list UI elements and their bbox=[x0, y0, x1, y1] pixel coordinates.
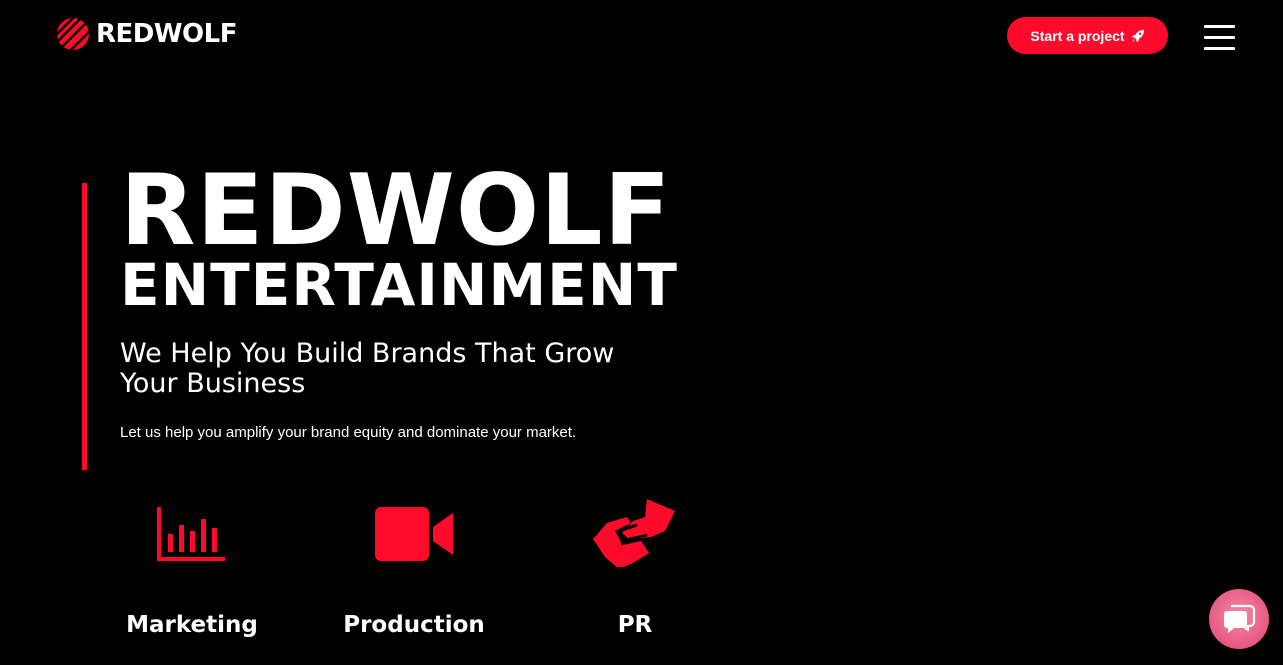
chat-bubbles-icon bbox=[1224, 604, 1256, 633]
start-project-button[interactable]: Start a project bbox=[1007, 17, 1168, 54]
hero-description: Let us help you amplify your brand equit… bbox=[120, 424, 577, 441]
service-production[interactable]: Production bbox=[314, 495, 514, 655]
site-header: REDWOLF Start a project bbox=[0, 0, 1283, 72]
service-label: Production bbox=[343, 612, 485, 638]
service-marketing[interactable]: Marketing bbox=[92, 495, 292, 655]
rocket-icon bbox=[1131, 29, 1144, 42]
brand-logo[interactable]: REDWOLF bbox=[56, 17, 237, 51]
service-pr[interactable]: PR bbox=[535, 495, 735, 655]
start-project-label: Start a project bbox=[1030, 27, 1125, 44]
menu-line bbox=[1204, 36, 1235, 39]
bar-chart-icon bbox=[157, 507, 225, 561]
hero-title: REDWOLF bbox=[120, 154, 672, 268]
service-label: Marketing bbox=[126, 612, 258, 638]
service-label: PR bbox=[617, 612, 653, 638]
video-camera-icon bbox=[375, 507, 453, 561]
hero-accent-bar bbox=[82, 183, 87, 470]
hero-subtitle: ENTERTAINMENT bbox=[120, 251, 678, 319]
hamburger-menu-icon[interactable] bbox=[1203, 24, 1236, 50]
menu-line bbox=[1204, 25, 1235, 28]
chat-button[interactable] bbox=[1209, 589, 1269, 649]
handshake-icon bbox=[593, 499, 675, 567]
logo-text: REDWOLF bbox=[96, 19, 237, 49]
menu-line bbox=[1204, 47, 1235, 50]
redwolf-logo-icon bbox=[57, 18, 89, 50]
hero-tagline: We Help You Build Brands That Grow Your … bbox=[120, 338, 615, 399]
